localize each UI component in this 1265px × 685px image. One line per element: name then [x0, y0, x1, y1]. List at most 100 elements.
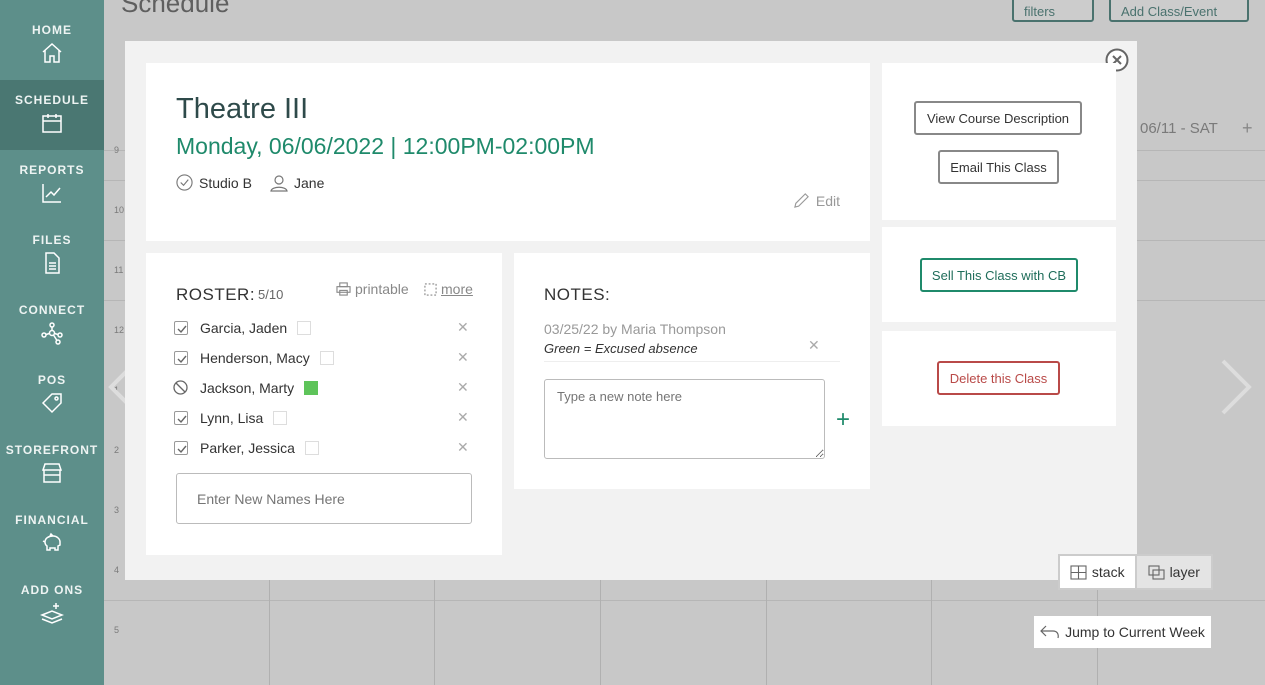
- more-link[interactable]: more: [424, 281, 473, 297]
- remove-student-button[interactable]: ✕: [457, 319, 469, 336]
- sidebar: HOME SCHEDULE REPORTS FILES CONNECT POS …: [0, 0, 104, 685]
- attendance-checkbox[interactable]: [174, 321, 188, 335]
- printer-icon: [336, 282, 351, 296]
- network-icon: [41, 322, 63, 345]
- sidebar-item-files[interactable]: FILES: [0, 210, 104, 280]
- sidebar-item-label: STOREFRONT: [5, 443, 99, 457]
- jump-label: Jump to Current Week: [1065, 624, 1205, 640]
- check-icon: [177, 355, 187, 364]
- sidebar-item-label: FINANCIAL: [15, 513, 89, 527]
- email-class-button[interactable]: Email This Class: [938, 150, 1059, 184]
- sidebar-item-connect[interactable]: CONNECT: [0, 280, 104, 350]
- remove-student-button[interactable]: ✕: [457, 379, 469, 396]
- stack-view-button[interactable]: stack: [1060, 556, 1135, 588]
- notes-panel: NOTES: 03/25/22 by Maria Thompson Green …: [514, 253, 870, 489]
- class-detail-modal: Theatre III Monday, 06/06/2022 | 12:00PM…: [125, 41, 1137, 580]
- store-icon: [41, 463, 63, 483]
- sidebar-item-storefront[interactable]: STOREFRONT: [0, 420, 104, 490]
- student-name[interactable]: Garcia, Jaden: [200, 320, 287, 336]
- sidebar-item-reports[interactable]: REPORTS: [0, 140, 104, 210]
- new-note-textarea[interactable]: [544, 379, 825, 459]
- notes-title: NOTES:: [544, 285, 611, 304]
- remove-student-button[interactable]: ✕: [457, 439, 469, 456]
- sidebar-item-label: POS: [37, 373, 67, 387]
- status-swatch[interactable]: [304, 441, 319, 455]
- undo-icon: [1040, 625, 1059, 639]
- sidebar-item-label: FILES: [32, 233, 72, 247]
- more-label: more: [441, 281, 473, 297]
- sell-panel: Sell This Class with CB: [882, 227, 1116, 322]
- view-course-description-button[interactable]: View Course Description: [914, 101, 1082, 135]
- pencil-icon: [793, 193, 809, 208]
- roster-row: Parker, Jessica ✕: [174, 437, 474, 459]
- delete-class-button[interactable]: Delete this Class: [937, 361, 1060, 395]
- piggy-bank-icon: [42, 532, 61, 551]
- sidebar-item-pos[interactable]: POS: [0, 350, 104, 420]
- roster-row: Jackson, Marty ✕: [173, 377, 474, 399]
- delete-note-button[interactable]: ✕: [808, 337, 820, 354]
- attendance-checkbox[interactable]: [174, 441, 188, 455]
- roster-row: Garcia, Jaden ✕: [174, 317, 474, 339]
- user-icon: [270, 175, 288, 192]
- student-name[interactable]: Parker, Jessica: [200, 440, 295, 456]
- home-icon: [42, 42, 62, 63]
- sidebar-item-financial[interactable]: FINANCIAL: [0, 490, 104, 560]
- layer-label: layer: [1169, 564, 1200, 580]
- calendar-icon: [42, 114, 62, 133]
- stack-label: stack: [1091, 564, 1125, 580]
- attendance-checkbox[interactable]: [174, 351, 188, 365]
- status-swatch[interactable]: [319, 351, 334, 365]
- layers-icon: [1148, 564, 1165, 580]
- attendance-checkbox[interactable]: [173, 380, 188, 395]
- sidebar-item-add-ons[interactable]: ADD ONS: [0, 560, 104, 630]
- layer-view-button[interactable]: layer: [1134, 556, 1211, 588]
- remove-student-button[interactable]: ✕: [457, 409, 469, 426]
- printable-label: printable: [355, 281, 409, 297]
- roster-title: ROSTER:: [176, 285, 256, 304]
- file-icon: [45, 252, 60, 274]
- grid-icon: [1070, 564, 1087, 580]
- expand-icon: [424, 282, 437, 296]
- roster-row: Henderson, Macy ✕: [174, 347, 474, 369]
- class-title: Theatre III: [176, 93, 309, 125]
- sidebar-item-label: CONNECT: [18, 303, 86, 317]
- sidebar-item-label: HOME: [32, 23, 72, 37]
- student-name[interactable]: Jackson, Marty: [200, 380, 294, 396]
- sidebar-item-label: REPORTS: [19, 163, 85, 177]
- sell-class-button[interactable]: Sell This Class with CB: [920, 258, 1078, 292]
- check-icon: [177, 325, 187, 334]
- divider: [544, 361, 840, 362]
- new-names-input[interactable]: [176, 473, 472, 524]
- instructor-label: Jane: [294, 175, 325, 191]
- attendance-checkbox[interactable]: [174, 411, 188, 425]
- note-meta: 03/25/22 by Maria Thompson: [544, 321, 726, 337]
- actions-panel: View Course Description Email This Class: [882, 63, 1116, 220]
- sidebar-item-home[interactable]: HOME: [0, 0, 104, 70]
- check-circle-icon: [176, 174, 193, 191]
- remove-student-button[interactable]: ✕: [457, 349, 469, 366]
- status-swatch[interactable]: [304, 381, 319, 395]
- status-swatch[interactable]: [273, 411, 288, 425]
- sidebar-item-label: SCHEDULE: [14, 93, 89, 107]
- roster-count: 5/10: [258, 287, 284, 302]
- roster-panel: ROSTER: 5/10 printable more Garcia, Jade…: [146, 253, 502, 555]
- chart-icon: [42, 184, 61, 203]
- add-note-button[interactable]: +: [836, 408, 850, 432]
- printable-link[interactable]: printable: [336, 281, 409, 297]
- edit-label: Edit: [815, 192, 840, 209]
- sidebar-item-label: ADD ONS: [20, 583, 84, 597]
- class-header-panel: Theatre III Monday, 06/06/2022 | 12:00PM…: [146, 63, 870, 241]
- student-name[interactable]: Henderson, Macy: [200, 350, 310, 366]
- jump-to-current-week-button[interactable]: Jump to Current Week: [1034, 616, 1211, 648]
- note-text: Green = Excused absence: [544, 341, 698, 356]
- class-datetime: Monday, 06/06/2022 | 12:00PM-02:00PM: [176, 133, 595, 159]
- edit-button[interactable]: Edit: [793, 192, 840, 209]
- roster-row: Lynn, Lisa ✕: [174, 407, 474, 429]
- absent-icon: [173, 380, 188, 395]
- student-name[interactable]: Lynn, Lisa: [200, 410, 263, 426]
- delete-panel: Delete this Class: [882, 331, 1116, 426]
- class-location: Studio B: [176, 174, 252, 191]
- class-instructor: Jane: [270, 174, 324, 192]
- status-swatch[interactable]: [297, 321, 312, 335]
- next-week-arrow-icon[interactable]: [1219, 359, 1253, 415]
